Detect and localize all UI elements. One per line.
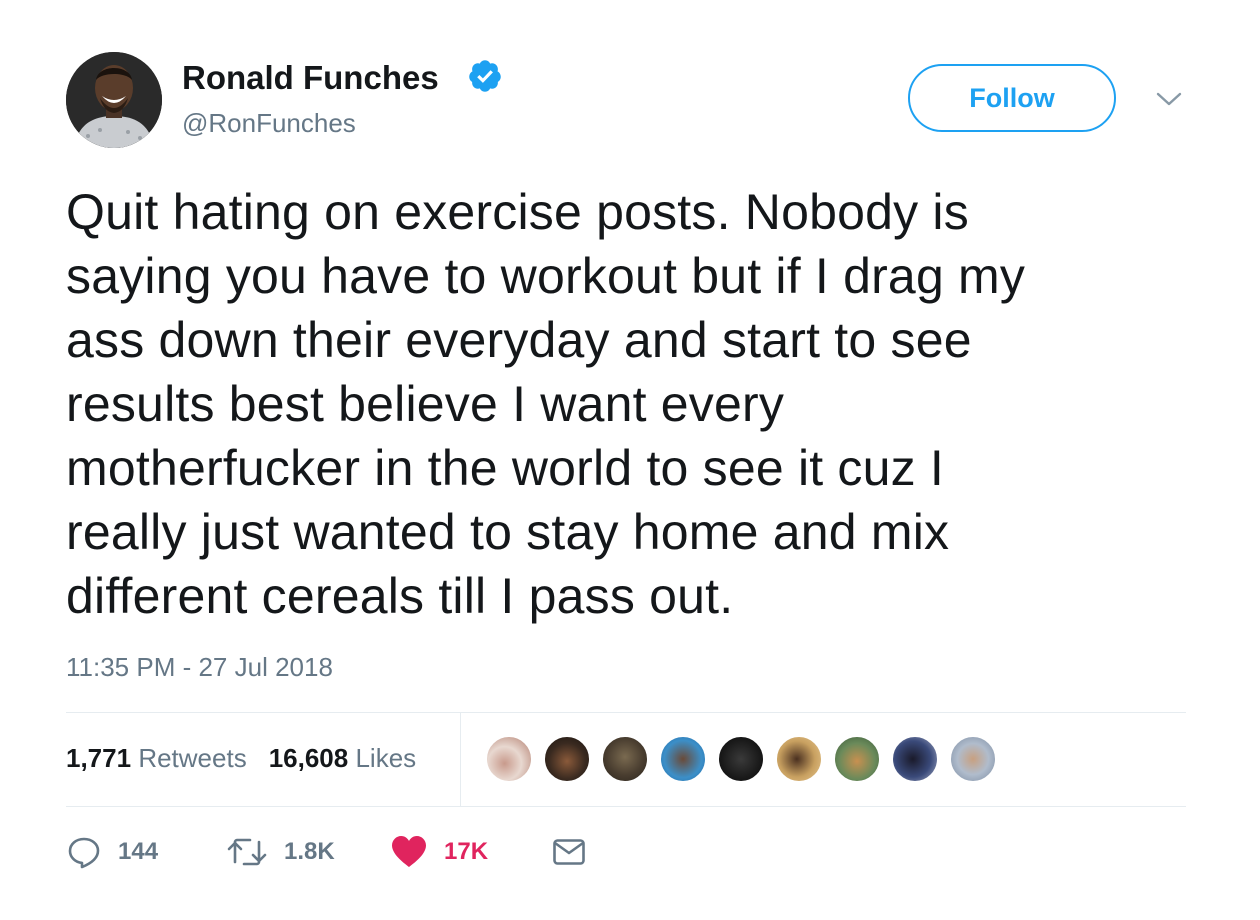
likes-label: Likes [355,743,417,773]
tweet-text-line: Quit hating on exercise posts. Nobody is [66,184,969,240]
divider [66,712,1186,713]
reply-button[interactable]: 144 [66,830,158,874]
liker-avatar[interactable] [485,735,533,783]
reply-count: 144 [118,838,159,865]
divider [66,806,1186,807]
tweet-text-line: results best believe I want every [66,376,785,432]
display-name[interactable]: Ronald Funches [182,58,439,98]
heart-icon [392,836,426,867]
avatar[interactable] [66,52,162,148]
tweet-card: Ronald Funches @RonFunches Follow Quit h… [0,0,1260,920]
tweet-text-line: saying you have to workout but if I drag… [66,248,1026,304]
like-count: 17K [444,838,489,865]
direct-message-button[interactable] [552,830,586,874]
retweets-count: 1,771 [66,743,132,773]
tweet-stats: 1,771 Retweets 16,608 Likes [66,741,416,775]
tweet-text-line: really just wanted to stay home and mix [66,504,950,560]
tweet-timestamp[interactable]: 11:35 PM - 27 Jul 2018 [66,650,333,684]
liker-avatar[interactable] [949,735,997,783]
verified-badge-icon [467,58,503,94]
stats-divider [460,713,461,806]
retweets-label: Retweets [138,743,247,773]
tweet-text-line: different cereals till I pass out. [66,568,734,624]
like-button[interactable]: 17K [390,830,488,874]
retweet-button[interactable]: 1.8K [226,830,335,874]
retweets-stat[interactable]: 1,771 Retweets [66,741,247,775]
chevron-down-icon [1156,92,1182,106]
liker-avatar[interactable] [717,735,765,783]
liker-avatar[interactable] [543,735,591,783]
liker-avatar[interactable] [833,735,881,783]
follow-button[interactable]: Follow [908,64,1116,132]
reply-icon [68,837,100,869]
more-options-button[interactable] [1152,84,1186,114]
user-handle[interactable]: @RonFunches [182,106,356,140]
retweet-count: 1.8K [284,838,335,865]
liker-avatar[interactable] [775,735,823,783]
tweet-text-line: motherfucker in the world to see it cuz … [66,440,945,496]
retweet-icon [227,838,267,866]
liker-avatar[interactable] [659,735,707,783]
likes-count: 16,608 [268,743,349,773]
likes-stat[interactable]: 16,608 Likes [269,741,416,775]
liker-avatar[interactable] [891,735,939,783]
tweet-text: Quit hating on exercise posts. Nobody is… [66,180,1186,628]
envelope-icon [553,839,585,865]
tweet-text-line: ass down their everyday and start to see [66,312,972,368]
liker-avatar[interactable] [601,735,649,783]
